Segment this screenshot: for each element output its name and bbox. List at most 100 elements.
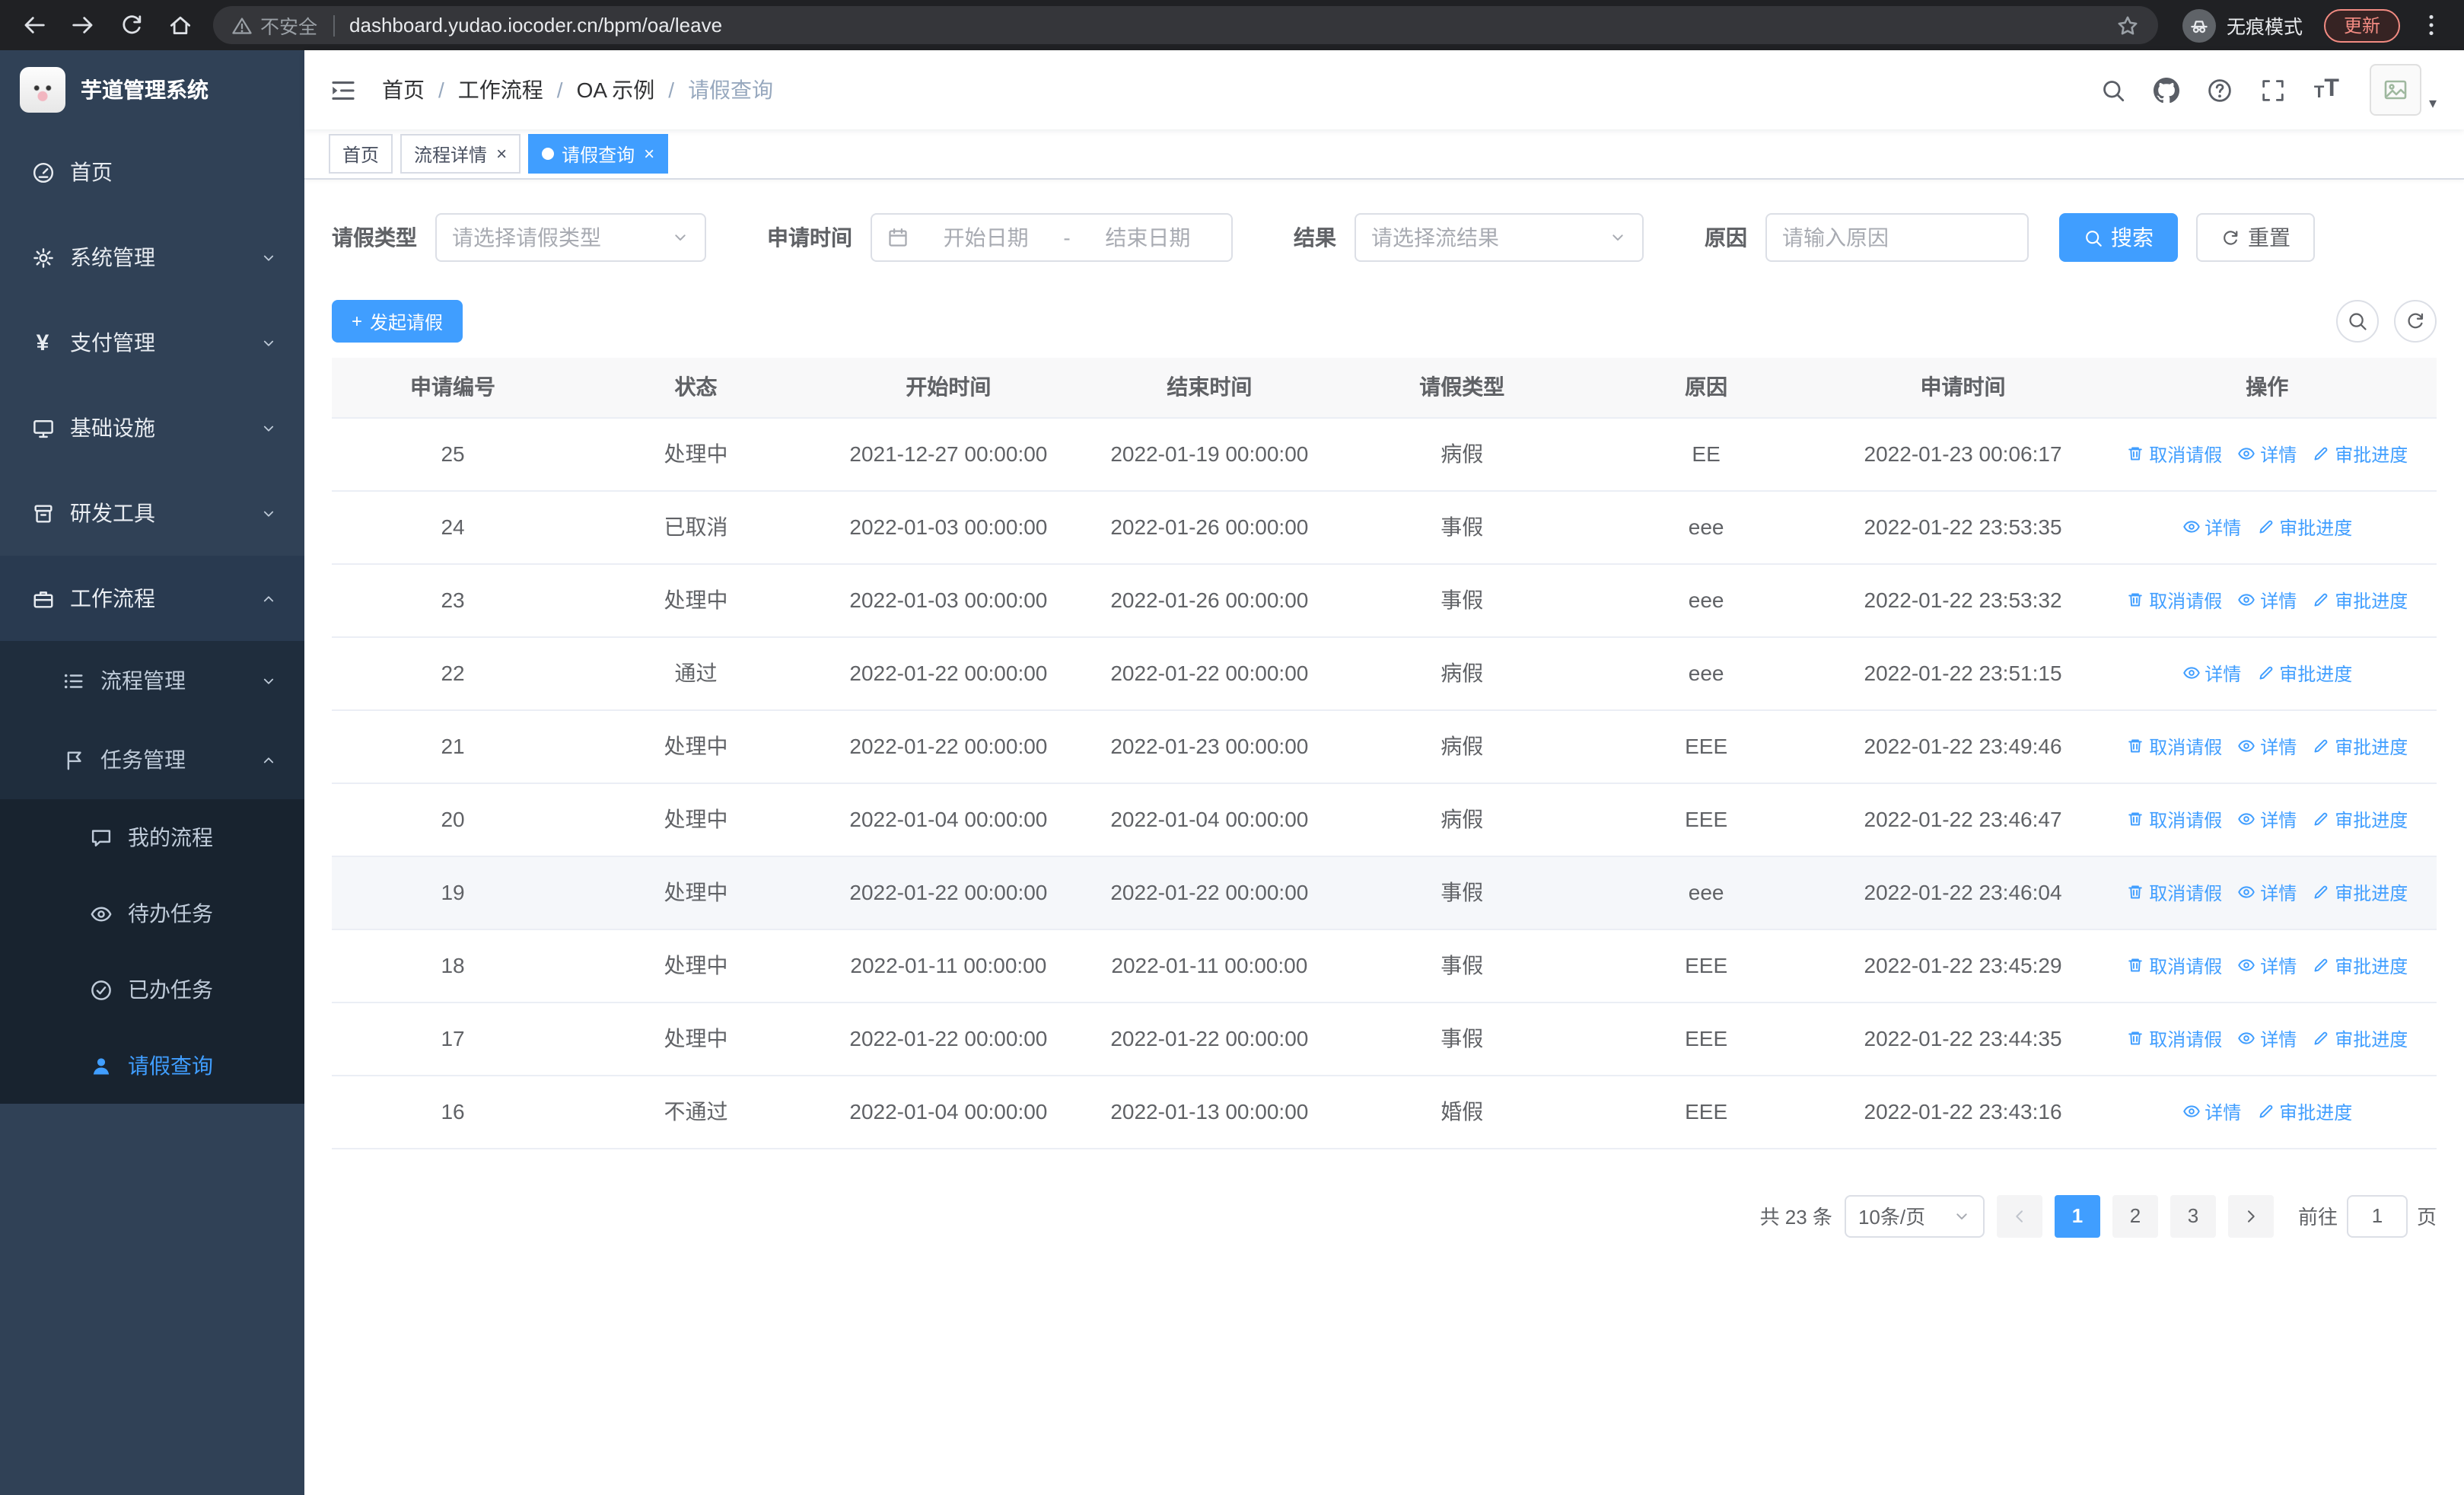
sidebar-item-label: 请假查询 (128, 1054, 213, 1078)
cancel-action-link[interactable]: 取消请假 (2126, 952, 2222, 978)
close-icon[interactable]: × (496, 145, 507, 163)
sidebar-item-payment[interactable]: ¥ 支付管理 (0, 300, 304, 385)
font-size-icon[interactable]: TT (2314, 77, 2339, 102)
toggle-search-button[interactable] (2336, 300, 2379, 343)
bookmark-star-icon[interactable] (2115, 13, 2140, 37)
table-row: 24 已取消 2022-01-03 00:00:00 2022-01-26 00:00… (332, 490, 2437, 564)
cancel-action-link[interactable]: 取消请假 (2126, 1025, 2222, 1051)
date-range-picker[interactable]: 开始日期 - 结束日期 (871, 213, 1233, 262)
security-warning[interactable]: 不安全 (231, 11, 317, 40)
progress-action-link[interactable]: 审批进度 (2312, 733, 2408, 759)
breadcrumb-item[interactable]: 工作流程 (458, 75, 543, 105)
tabs-bar: 首页 流程详情 × 请假查询 × (304, 129, 2464, 180)
page-size-select[interactable]: 10条/页 (1844, 1194, 1985, 1237)
refresh-table-button[interactable] (2394, 300, 2437, 343)
goto-page-input[interactable] (2346, 1194, 2408, 1237)
cancel-action-link[interactable]: 取消请假 (2126, 733, 2222, 759)
breadcrumb-item[interactable]: OA 示例 (577, 75, 655, 105)
fullscreen-icon[interactable] (2261, 77, 2287, 103)
user-menu[interactable]: ▾ (2369, 64, 2437, 116)
cell-actions: 详情 审批进度 (2097, 1075, 2437, 1149)
breadcrumb-separator: / (556, 78, 563, 102)
github-icon[interactable] (2154, 77, 2180, 103)
browser-back-button[interactable] (12, 4, 55, 46)
url-text: dashboard.yudao.iocoder.cn/bpm/oa/leave (349, 14, 723, 37)
detail-action-link[interactable]: 详情 (2182, 660, 2241, 686)
cell-start: 2022-01-03 00:00:00 (817, 490, 1079, 564)
result-select[interactable]: 请选择流结果 (1355, 213, 1644, 262)
detail-action-link[interactable]: 详情 (2237, 952, 2297, 978)
cell-actions: 取消请假 详情 审批进度 (2097, 929, 2437, 1003)
sidebar-item-devtools[interactable]: 研发工具 (0, 470, 304, 556)
progress-action-link[interactable]: 审批进度 (2256, 1098, 2352, 1124)
browser-menu-icon[interactable] (2409, 4, 2452, 46)
sidebar-item-process-mgmt[interactable]: 流程管理 (0, 641, 304, 720)
progress-action-link[interactable]: 审批进度 (2312, 806, 2408, 832)
progress-action-link[interactable]: 审批进度 (2312, 1025, 2408, 1051)
search-icon[interactable] (2101, 77, 2127, 103)
detail-action-link[interactable]: 详情 (2237, 1025, 2297, 1051)
detail-action-link[interactable]: 详情 (2237, 441, 2297, 467)
search-button[interactable]: 搜索 (2059, 213, 2178, 262)
tab-流程详情[interactable]: 流程详情 × (400, 134, 521, 174)
sidebar-item-task-mgmt[interactable]: 任务管理 (0, 720, 304, 799)
app-logo[interactable]: 芋道管理系统 (0, 50, 304, 129)
close-icon[interactable]: × (644, 145, 654, 163)
cell-type: 病假 (1339, 709, 1584, 783)
pagination-next-button[interactable] (2227, 1194, 2274, 1237)
sidebar-item-label: 我的流程 (128, 825, 213, 850)
browser-update-button[interactable]: 更新 (2323, 8, 2400, 42)
help-icon[interactable] (2208, 77, 2233, 103)
detail-action-link[interactable]: 详情 (2237, 733, 2297, 759)
pagination-page-3[interactable]: 3 (2170, 1194, 2216, 1237)
sidebar-item-my-process[interactable]: 我的流程 (0, 799, 304, 875)
breadcrumb-item[interactable]: 首页 (382, 75, 425, 105)
progress-action-link[interactable]: 审批进度 (2312, 879, 2408, 905)
app-title: 芋道管理系统 (81, 78, 209, 102)
progress-action-link[interactable]: 审批进度 (2312, 441, 2408, 467)
sidebar-item-system[interactable]: 系统管理 (0, 215, 304, 300)
tab-首页[interactable]: 首页 (329, 134, 393, 174)
sidebar-item-done-tasks[interactable]: 已办任务 (0, 952, 304, 1028)
cancel-action-link[interactable]: 取消请假 (2126, 441, 2222, 467)
sidebar-item-infra[interactable]: 基础设施 (0, 385, 304, 470)
sidebar-item-leave-query[interactable]: 请假查询 (0, 1028, 304, 1104)
progress-action-link[interactable]: 审批进度 (2256, 660, 2352, 686)
progress-action-link[interactable]: 审批进度 (2312, 587, 2408, 613)
cell-actions: 取消请假 详情 审批进度 (2097, 1002, 2437, 1076)
detail-action-link[interactable]: 详情 (2237, 806, 2297, 832)
sidebar-item-home[interactable]: 首页 (0, 129, 304, 215)
cell-applied: 2022-01-22 23:51:15 (1828, 636, 2098, 710)
detail-action-link[interactable]: 详情 (2182, 514, 2241, 540)
sidebar-toggle-icon[interactable] (329, 75, 358, 104)
delete-icon (2126, 883, 2144, 901)
url-bar[interactable]: 不安全 dashboard.yudao.iocoder.cn/bpm/oa/le… (213, 6, 2158, 44)
browser-forward-button[interactable] (61, 4, 103, 46)
reset-button[interactable]: 重置 (2196, 213, 2315, 262)
sidebar-item-todo-tasks[interactable]: 待办任务 (0, 875, 304, 952)
cancel-action-link[interactable]: 取消请假 (2126, 587, 2222, 613)
browser-reload-button[interactable] (110, 4, 152, 46)
cell-reason: EEE (1584, 783, 1829, 856)
reason-input[interactable] (1767, 225, 2027, 250)
sidebar-item-label: 首页 (70, 160, 113, 184)
leave-type-select[interactable]: 请选择请假类型 (435, 213, 706, 262)
pagination-page-2[interactable]: 2 (2112, 1194, 2158, 1237)
cell-type: 病假 (1339, 417, 1584, 491)
create-leave-button[interactable]: + 发起请假 (332, 300, 463, 343)
detail-action-link[interactable]: 详情 (2237, 879, 2297, 905)
tab-请假查询[interactable]: 请假查询 × (528, 134, 669, 174)
detail-action-link[interactable]: 详情 (2237, 587, 2297, 613)
progress-action-link[interactable]: 审批进度 (2312, 952, 2408, 978)
edit-icon (2256, 518, 2275, 536)
browser-home-button[interactable] (158, 4, 201, 46)
cell-end: 2022-01-26 00:00:00 (1078, 490, 1340, 564)
detail-action-link[interactable]: 详情 (2182, 1098, 2241, 1124)
sidebar: 芋道管理系统 首页系统管理 ¥ 支付管理 基础设施 研发工具 工作流程 流程管理 任务管理我的… (0, 50, 304, 1495)
dashboard-icon (30, 160, 55, 184)
pagination-page-1[interactable]: 1 (2054, 1194, 2100, 1237)
sidebar-item-workflow[interactable]: 工作流程 (0, 556, 304, 641)
cancel-action-link[interactable]: 取消请假 (2126, 879, 2222, 905)
cancel-action-link[interactable]: 取消请假 (2126, 806, 2222, 832)
progress-action-link[interactable]: 审批进度 (2256, 514, 2352, 540)
